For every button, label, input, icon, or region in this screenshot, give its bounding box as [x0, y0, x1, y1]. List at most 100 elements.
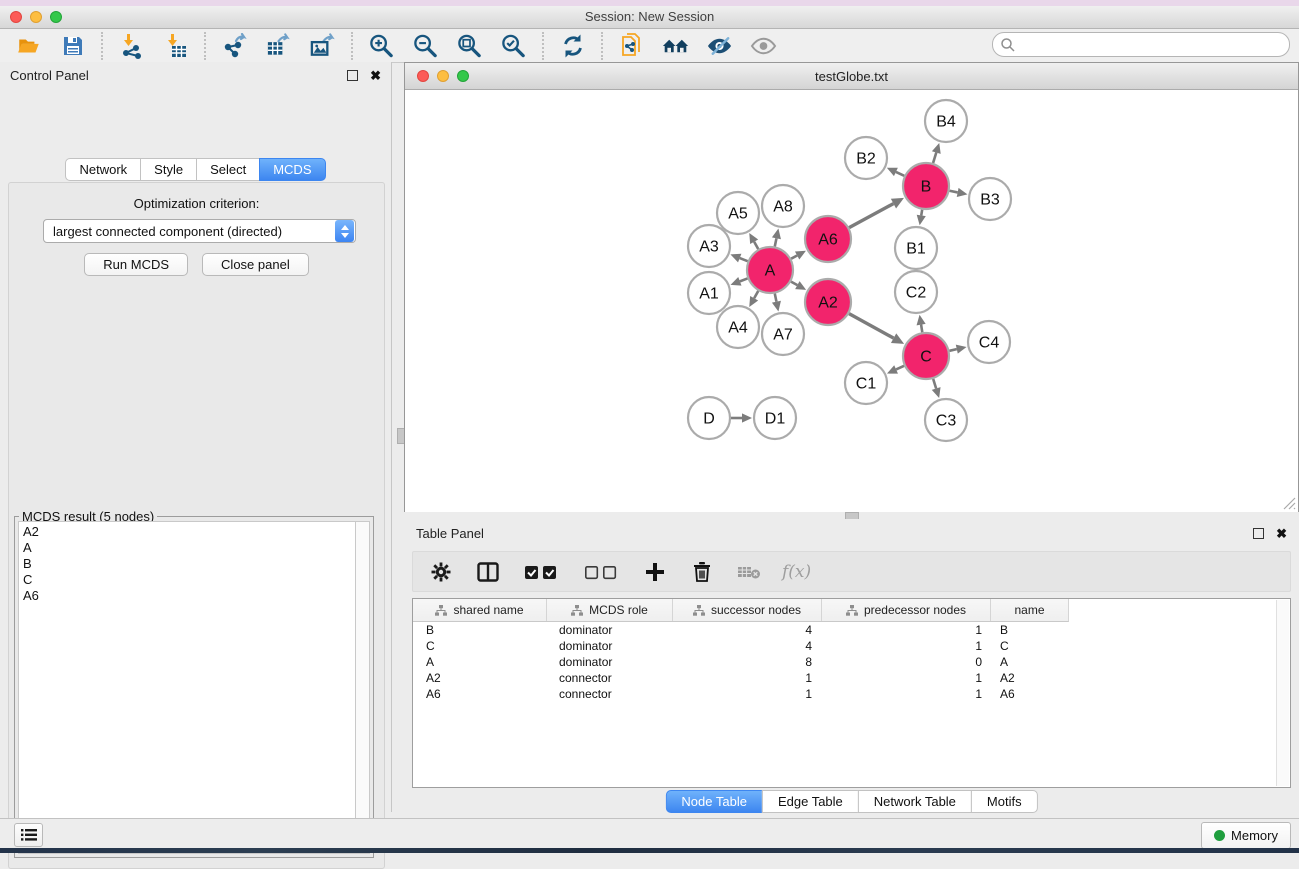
export-table-icon[interactable]: [265, 32, 292, 59]
export-network-icon[interactable]: [221, 32, 248, 59]
graph-node-A7[interactable]: A7: [762, 313, 804, 355]
run-mcds-button[interactable]: Run MCDS: [84, 253, 188, 276]
graph-node-A5[interactable]: A5: [717, 192, 759, 234]
memory-button[interactable]: Memory: [1201, 822, 1291, 849]
table-cell[interactable]: 1: [673, 671, 822, 685]
export-image-icon[interactable]: [309, 32, 336, 59]
checked-boxes-icon[interactable]: [521, 558, 561, 585]
table-cell[interactable]: connector: [547, 687, 673, 701]
graph-edge[interactable]: [754, 291, 758, 298]
graph-edge[interactable]: [921, 210, 922, 216]
graph-edge[interactable]: [896, 366, 904, 370]
graph-edge[interactable]: [775, 294, 777, 302]
table-cell[interactable]: connector: [547, 671, 673, 685]
table-cell[interactable]: 8: [673, 655, 822, 669]
graph-node-C[interactable]: C: [903, 333, 949, 379]
zoom-window-button[interactable]: [50, 11, 62, 23]
graph-node-C4[interactable]: C4: [968, 321, 1010, 363]
tab-motifs[interactable]: Motifs: [971, 790, 1038, 813]
graph-node-A4[interactable]: A4: [717, 306, 759, 348]
function-icon[interactable]: f(x): [782, 562, 811, 582]
table-cell[interactable]: B: [413, 623, 547, 637]
table-cell[interactable]: 4: [673, 639, 822, 653]
graph-node-C1[interactable]: C1: [845, 362, 887, 404]
graph-node-A6[interactable]: A6: [805, 216, 851, 262]
zoom-out-icon[interactable]: [412, 32, 439, 59]
table-scrollbar[interactable]: [1276, 600, 1289, 786]
graph-edge[interactable]: [896, 172, 904, 176]
show-details-eye-icon[interactable]: [750, 32, 777, 59]
close-network-button[interactable]: [417, 70, 429, 82]
column-header[interactable]: successor nodes: [673, 599, 822, 621]
table-cell[interactable]: 1: [822, 687, 991, 701]
table-cell[interactable]: dominator: [547, 639, 673, 653]
graph-edge[interactable]: [921, 325, 922, 333]
graph-edge[interactable]: [791, 282, 797, 285]
graph-edge[interactable]: [849, 314, 894, 339]
graph-node-B4[interactable]: B4: [925, 100, 967, 142]
open-folder-icon[interactable]: [15, 32, 42, 59]
trash-icon[interactable]: [688, 558, 715, 585]
graph-node-A8[interactable]: A8: [762, 185, 804, 227]
criterion-dropdown[interactable]: largest connected component (directed): [43, 219, 356, 243]
unchecked-boxes-icon[interactable]: [581, 558, 621, 585]
table-cell[interactable]: C: [413, 639, 547, 653]
mcds-result-list[interactable]: A2ABCA6: [18, 521, 357, 854]
mcds-result-item[interactable]: A6: [23, 588, 352, 604]
table-row[interactable]: Adominator80A: [413, 654, 1290, 670]
refresh-icon[interactable]: [559, 32, 586, 59]
session-file-icon[interactable]: [618, 32, 645, 59]
zoom-selected-icon[interactable]: [500, 32, 527, 59]
graph-node-B1[interactable]: B1: [895, 227, 937, 269]
split-columns-icon[interactable]: [474, 558, 501, 585]
minimize-network-button[interactable]: [437, 70, 449, 82]
tab-mcds[interactable]: MCDS: [259, 158, 325, 181]
float-panel-icon[interactable]: [347, 70, 358, 81]
network-canvas[interactable]: B4B2BB3A5A8A6B1A3AA1C2A2A4A7C4CC1DD1C3: [405, 90, 1298, 512]
tab-select[interactable]: Select: [196, 158, 260, 181]
column-header[interactable]: predecessor nodes: [822, 599, 991, 621]
graph-node-A1[interactable]: A1: [688, 272, 730, 314]
tab-edge-table[interactable]: Edge Table: [762, 790, 859, 813]
float-table-panel-icon[interactable]: [1253, 528, 1264, 539]
tab-node-table[interactable]: Node Table: [665, 790, 763, 813]
close-table-panel-icon[interactable]: ✖: [1276, 527, 1287, 540]
graph-node-D1[interactable]: D1: [754, 397, 796, 439]
table-cell[interactable]: A: [413, 655, 547, 669]
table-cell[interactable]: 1: [673, 687, 822, 701]
graph-edge[interactable]: [949, 349, 956, 351]
table-cell[interactable]: A2: [991, 671, 1068, 685]
mcds-result-item[interactable]: A: [23, 540, 352, 556]
add-icon[interactable]: [641, 558, 668, 585]
mcds-result-item[interactable]: A2: [23, 524, 352, 540]
zoom-network-button[interactable]: [457, 70, 469, 82]
table-cell[interactable]: 0: [822, 655, 991, 669]
mcds-result-item[interactable]: C: [23, 572, 352, 588]
table-row[interactable]: A2connector11A2: [413, 670, 1290, 686]
home-network-icon[interactable]: [662, 32, 689, 59]
table-cell[interactable]: 1: [822, 671, 991, 685]
graph-node-A2[interactable]: A2: [805, 279, 851, 325]
table-row[interactable]: Bdominator41B: [413, 622, 1290, 638]
graph-edge[interactable]: [933, 379, 936, 389]
table-cell[interactable]: A2: [413, 671, 547, 685]
graph-edge[interactable]: [754, 242, 758, 249]
table-cell[interactable]: 4: [673, 623, 822, 637]
graph-edge[interactable]: [950, 191, 958, 193]
tab-network[interactable]: Network: [65, 158, 141, 181]
graph-node-C3[interactable]: C3: [925, 399, 967, 441]
graph-edge[interactable]: [791, 255, 797, 258]
table-cell[interactable]: dominator: [547, 623, 673, 637]
zoom-in-icon[interactable]: [368, 32, 395, 59]
graph-node-B2[interactable]: B2: [845, 137, 887, 179]
graph-edge[interactable]: [933, 153, 936, 164]
mcds-result-scrollbar[interactable]: [355, 521, 370, 854]
graph-node-D[interactable]: D: [688, 397, 730, 439]
close-window-button[interactable]: [10, 11, 22, 23]
table-cell[interactable]: 1: [822, 639, 991, 653]
graph-node-B[interactable]: B: [903, 163, 949, 209]
tab-style[interactable]: Style: [140, 158, 197, 181]
zoom-fit-icon[interactable]: [456, 32, 483, 59]
table-cell[interactable]: A6: [991, 687, 1068, 701]
save-icon[interactable]: [59, 32, 86, 59]
